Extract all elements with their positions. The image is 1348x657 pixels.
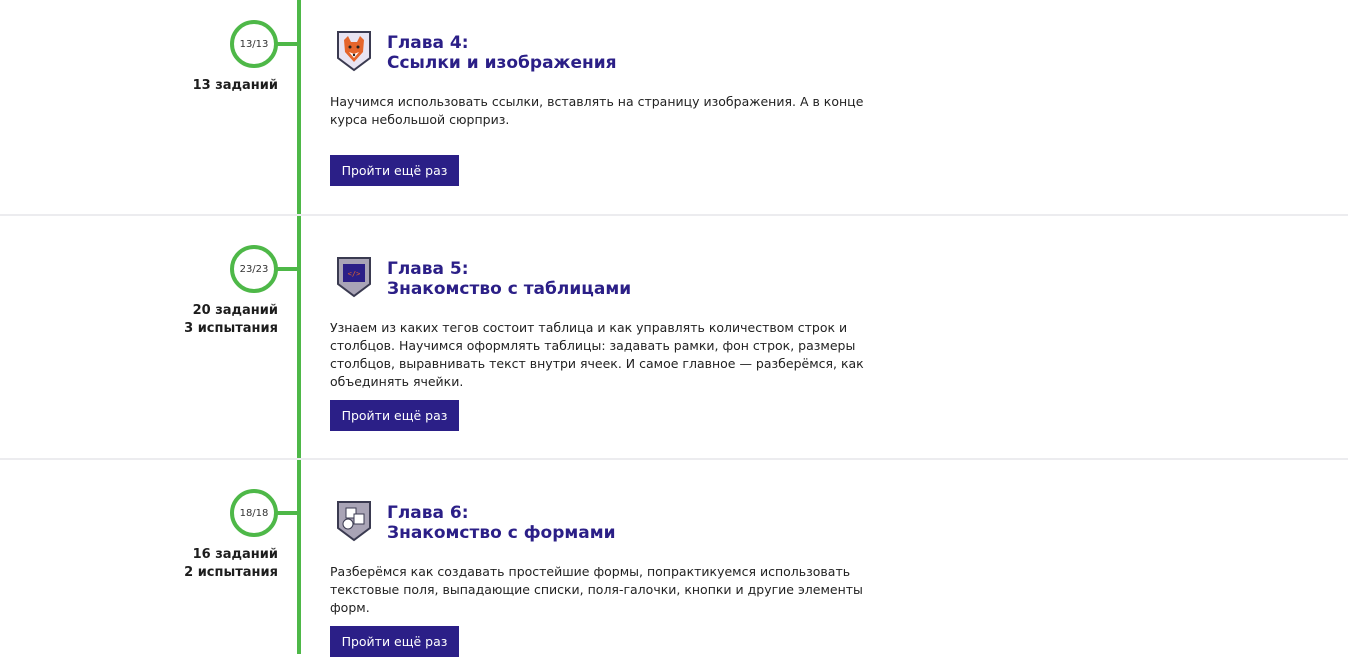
stat-tasks: 13 заданий xyxy=(192,78,278,93)
chapter-number: Глава 4: xyxy=(387,33,469,53)
chapter-description: Узнаем из каких тегов состоит таблица и … xyxy=(330,320,864,389)
timeline-connector xyxy=(274,267,298,271)
chapter-name: Ссылки и изображения xyxy=(387,53,617,73)
chapter-description: Научимся использовать ссылки, вставлять … xyxy=(330,94,864,127)
progress-circle: 18/18 xyxy=(230,489,278,537)
timeline-connector xyxy=(274,511,298,515)
chapter-stats: 16 заданий 2 испытания xyxy=(118,546,278,582)
chapter-5-card: 23/23 20 заданий 3 испытания </> Глава 5… xyxy=(0,216,1348,458)
chapter-6-card: 18/18 16 заданий 2 испытания Глава 6: Зн… xyxy=(0,460,1348,657)
form-cubes-icon xyxy=(336,500,372,542)
fox-icon xyxy=(336,30,372,72)
progress-label: 13/13 xyxy=(239,38,269,50)
chapter-4-card: 13/13 13 заданий Глава 4: Ссылки и изобр… xyxy=(0,0,1348,214)
chapter-number: Глава 6: xyxy=(387,503,469,523)
stat-tasks: 20 заданий xyxy=(192,303,278,318)
progress-label: 23/23 xyxy=(239,263,269,275)
timeline-connector xyxy=(274,42,298,46)
stat-tasks: 16 заданий xyxy=(192,547,278,562)
progress-circle: 23/23 xyxy=(230,245,278,293)
retry-button[interactable]: Пройти ещё раз xyxy=(330,626,459,657)
progress-label: 18/18 xyxy=(239,507,269,519)
code-tag-text: </> xyxy=(348,270,361,278)
progress-circle: 13/13 xyxy=(230,20,278,68)
retry-button[interactable]: Пройти ещё раз xyxy=(330,400,459,431)
chapter-name: Знакомство с формами xyxy=(387,523,616,543)
chapter-name: Знакомство с таблицами xyxy=(387,279,632,299)
chapter-stats: 13 заданий xyxy=(118,77,278,95)
chapter-description: Разберёмся как создавать простейшие форм… xyxy=(330,564,863,615)
chapter-number: Глава 5: xyxy=(387,259,469,279)
stat-challenges: 3 испытания xyxy=(184,321,278,336)
chapter-title: Глава 5: Знакомство с таблицами xyxy=(387,259,631,299)
chapter-title: Глава 4: Ссылки и изображения xyxy=(387,33,617,73)
chapter-title: Глава 6: Знакомство с формами xyxy=(387,503,616,543)
chapter-stats: 20 заданий 3 испытания xyxy=(118,302,278,338)
stat-challenges: 2 испытания xyxy=(184,565,278,580)
retry-button[interactable]: Пройти ещё раз xyxy=(330,155,459,186)
code-screen-icon: </> xyxy=(336,256,372,298)
